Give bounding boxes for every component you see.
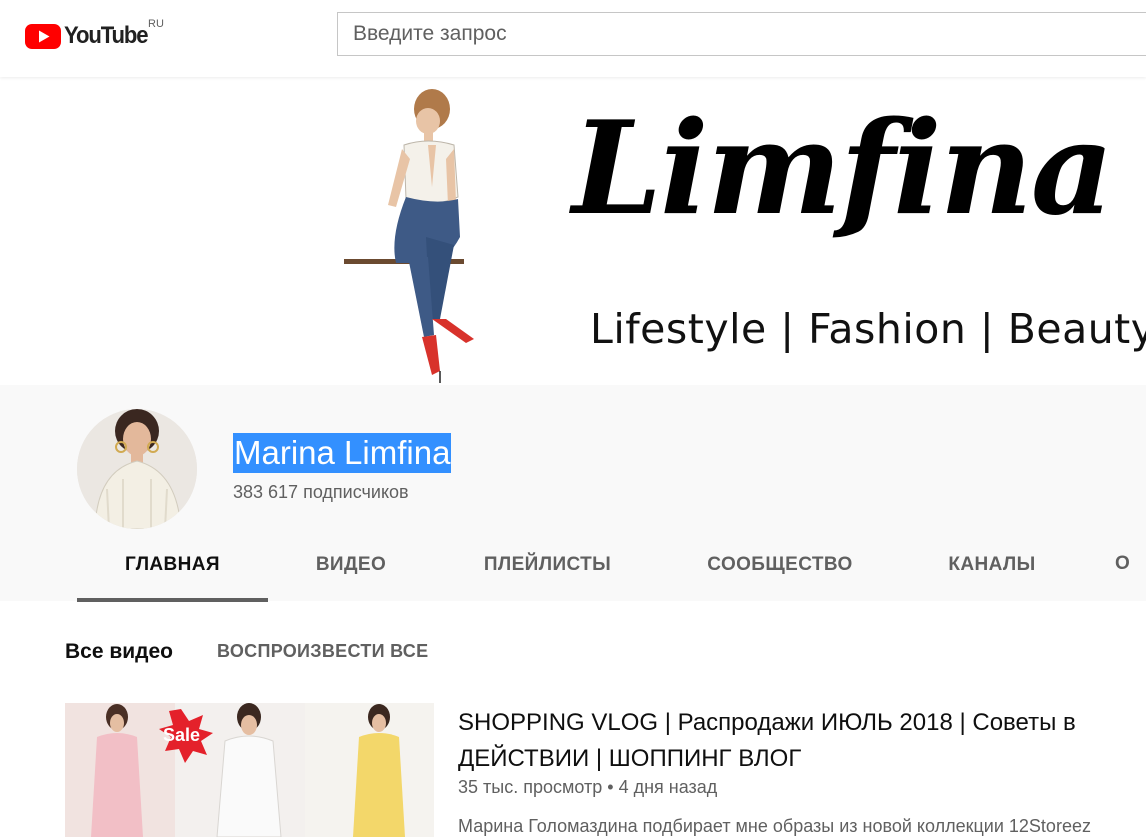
channel-tabs: ГЛАВНАЯ ВИДЕО ПЛЕЙЛИСТЫ СООБЩЕСТВО КАНАЛ… bbox=[77, 532, 1145, 602]
masthead: YouTube RU bbox=[0, 0, 1146, 77]
subscriber-count: 383 617 подписчиков bbox=[233, 482, 409, 502]
banner-tagline: Lifestyle | Fashion | Beauty bbox=[590, 305, 1146, 353]
video-metadata: 35 тыс. просмотр • 4 дня назад bbox=[458, 777, 717, 798]
tab-videos[interactable]: ВИДЕО bbox=[268, 532, 434, 601]
channel-banner: Limfina Lifestyle | Fashion | Beauty bbox=[0, 77, 1146, 385]
video-description: Марина Голомаздина подбирает мне образы … bbox=[458, 816, 1091, 836]
play-all-button[interactable]: ВОСПРОИЗВЕСТИ ВСЕ bbox=[217, 641, 428, 662]
video-thumbnail[interactable]: Sale bbox=[65, 703, 434, 837]
logo-region-code: RU bbox=[148, 18, 164, 30]
shelf-title[interactable]: Все видео bbox=[65, 640, 173, 664]
search-input[interactable] bbox=[337, 12, 1146, 56]
youtube-play-icon bbox=[25, 23, 61, 49]
channel-name: Marina Limfina bbox=[233, 433, 452, 473]
view-count: 35 тыс. просмотр bbox=[458, 777, 603, 797]
banner-title: Limfina bbox=[572, 94, 1114, 244]
video-title[interactable]: SHOPPING VLOG | Распродажи ИЮЛЬ 2018 | С… bbox=[458, 705, 1146, 777]
channel-avatar[interactable] bbox=[77, 409, 197, 529]
logo-wordmark: YouTube bbox=[64, 22, 149, 49]
thumbnail-image: Sale bbox=[65, 703, 434, 837]
tab-home[interactable]: ГЛАВНАЯ bbox=[77, 532, 268, 602]
youtube-logo[interactable]: YouTube bbox=[25, 22, 155, 50]
tab-about[interactable]: О bbox=[1085, 532, 1145, 598]
avatar-photo bbox=[77, 409, 197, 529]
tab-channels[interactable]: КАНАЛЫ bbox=[899, 532, 1085, 601]
fashion-illustration bbox=[344, 89, 474, 383]
upload-age: 4 дня назад bbox=[618, 777, 718, 797]
meta-separator: • bbox=[607, 777, 619, 797]
channel-header: Marina Limfina 383 617 подписчиков ГЛАВН… bbox=[0, 385, 1146, 602]
sale-badge: Sale bbox=[163, 725, 200, 745]
tab-playlists[interactable]: ПЛЕЙЛИСТЫ bbox=[434, 532, 661, 601]
tab-community[interactable]: СООБЩЕСТВО bbox=[661, 532, 899, 601]
